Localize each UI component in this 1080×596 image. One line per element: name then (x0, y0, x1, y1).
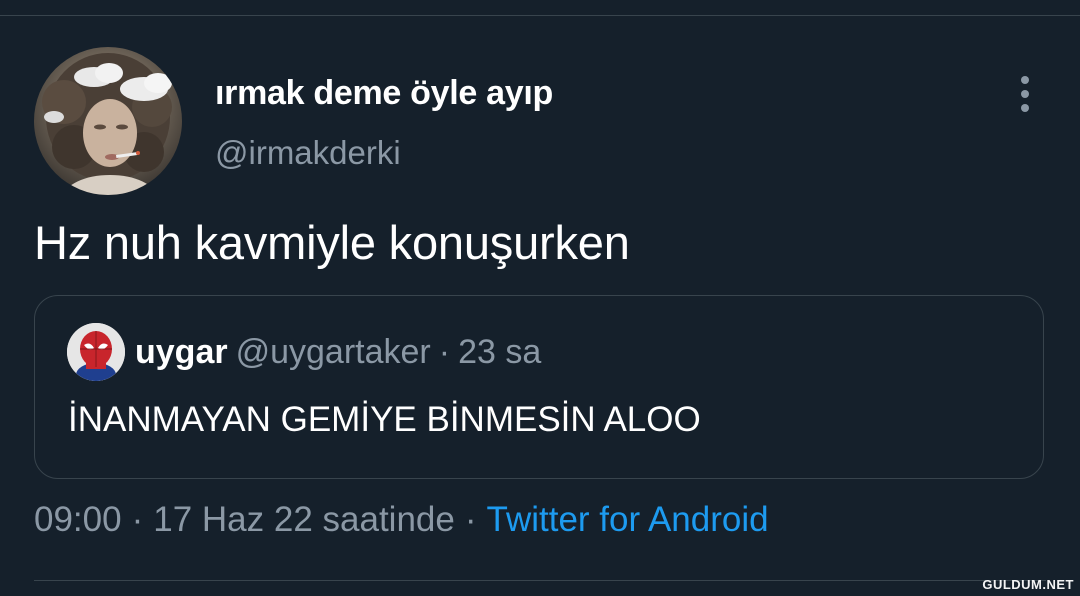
tweet-source-link[interactable]: Twitter for Android (487, 500, 769, 539)
tweet-date[interactable]: 17 Haz 22 saatinde (153, 500, 455, 539)
more-vertical-icon (1021, 76, 1029, 112)
quoted-tweet-text: İNANMAYAN GEMİYE BİNMESİN ALOO (68, 400, 701, 439)
top-divider (0, 15, 1080, 16)
meta-separator: · (464, 500, 477, 539)
spiderman-avatar-icon (67, 323, 125, 381)
author-display-name[interactable]: ırmak deme öyle ayıp (215, 74, 553, 113)
tweet-time[interactable]: 09:00 (34, 500, 122, 539)
profile-photo-icon (42, 53, 172, 195)
meta-separator: · (131, 500, 144, 539)
quoted-separator: · (438, 333, 451, 371)
author-handle[interactable]: @irmakderki (215, 134, 401, 172)
quoted-author-handle[interactable]: @uygartaker (236, 333, 431, 371)
author-avatar[interactable] (34, 47, 182, 195)
watermark: GULDUM.NET (982, 577, 1074, 592)
tweet-meta: 09:00 · 17 Haz 22 saatinde · Twitter for And… (34, 500, 769, 540)
quoted-tweet-card[interactable]: uygar @uygartaker · 23 sa İNANMAYAN GEMİYE … (34, 295, 1044, 479)
quoted-timestamp[interactable]: 23 sa (458, 333, 541, 371)
tweet-page: ırmak deme öyle ayıp @irmakderki Hz nuh … (0, 0, 1080, 596)
quoted-author-name[interactable]: uygar (135, 333, 228, 371)
more-options-button[interactable] (1008, 70, 1042, 118)
bottom-divider (34, 580, 1046, 581)
quoted-author-avatar[interactable] (67, 323, 125, 381)
quoted-tweet-header: uygar @uygartaker · 23 sa (135, 332, 541, 372)
tweet-text: Hz nuh kavmiyle konuşurken (34, 216, 630, 269)
